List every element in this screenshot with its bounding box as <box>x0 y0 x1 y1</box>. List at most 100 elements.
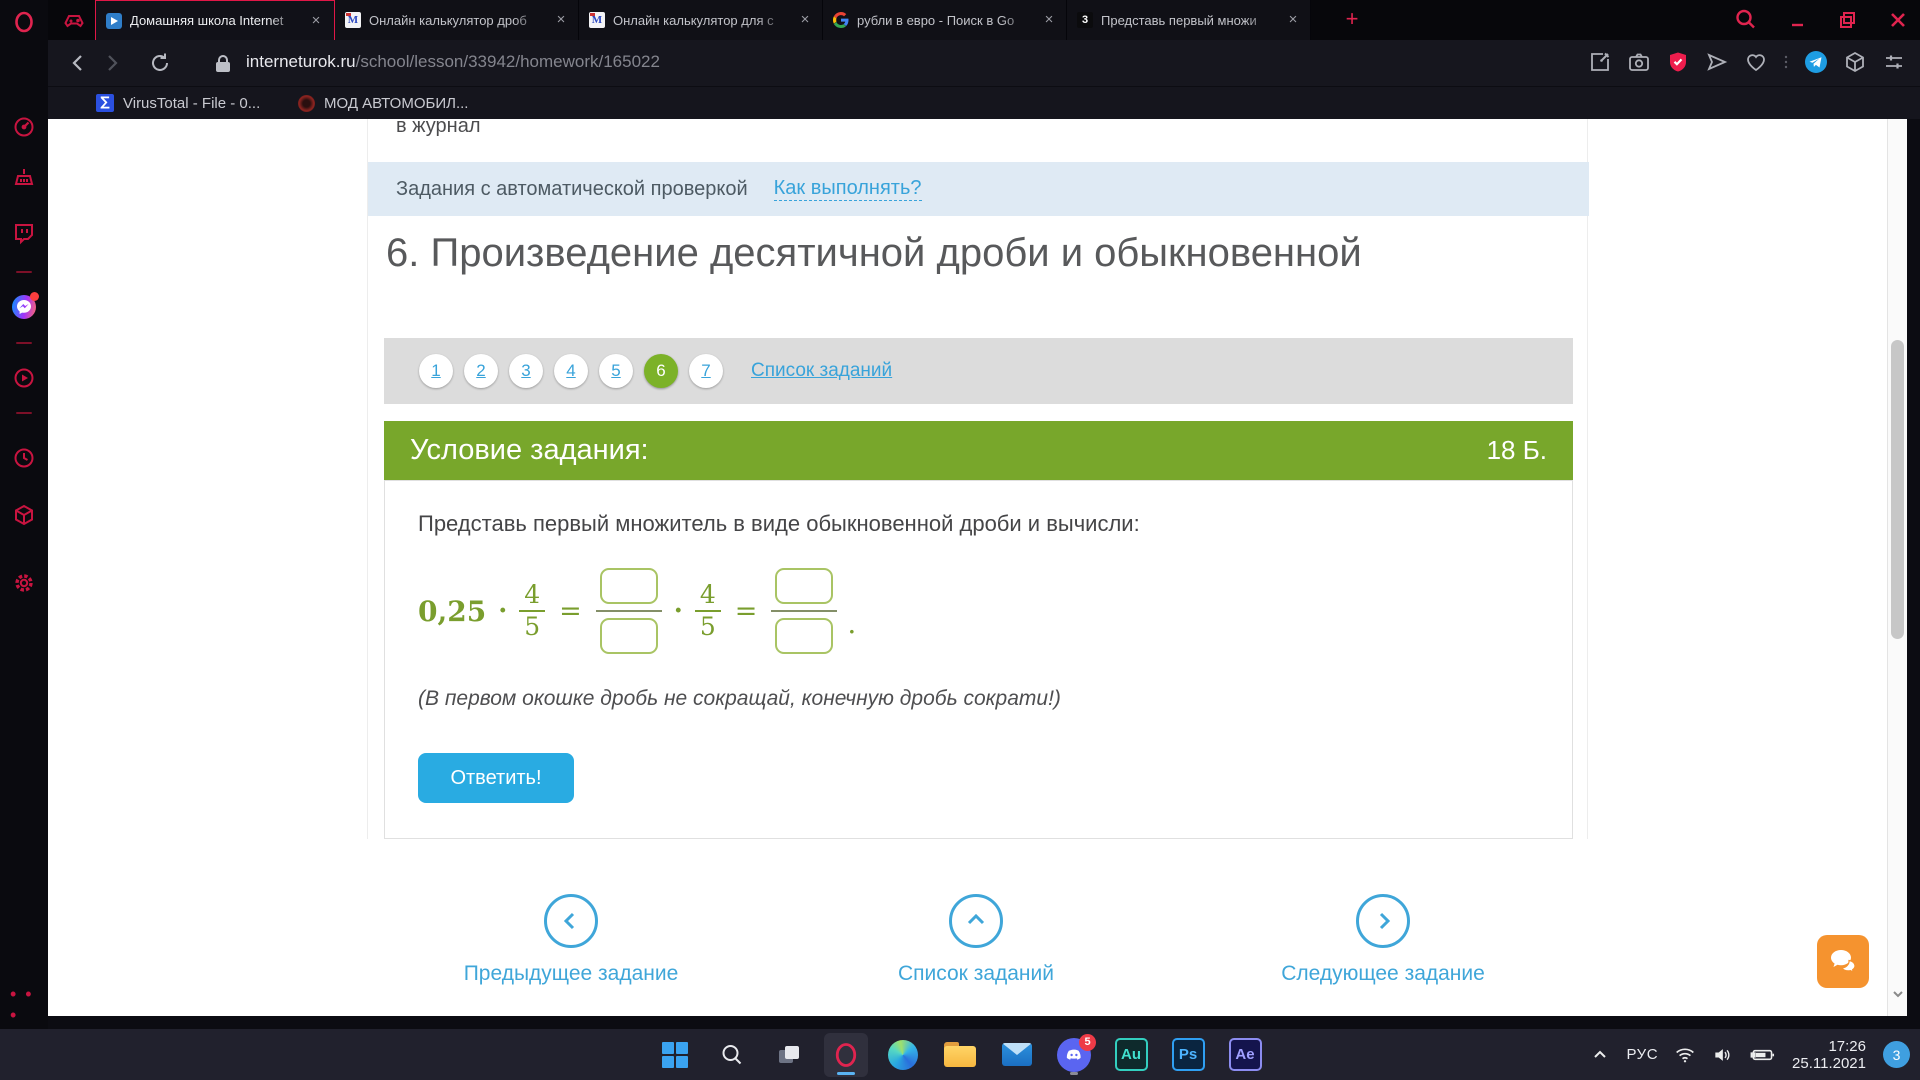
sidebar-more-icon[interactable] <box>10 984 48 1026</box>
url-path: /school/lesson/33942/homework/165022 <box>356 52 660 71</box>
task-number-1[interactable]: 1 <box>419 354 453 388</box>
gx-cleaner-icon[interactable] <box>12 166 36 190</box>
wifi-icon[interactable] <box>1675 1046 1695 1064</box>
tab-interneturok[interactable]: Домашняя школа Internet <box>95 0 335 40</box>
tab-close-icon[interactable] <box>1041 12 1057 28</box>
taskbar-aftereffects[interactable]: Ae <box>1223 1033 1267 1077</box>
task-number-6-active[interactable]: 6 <box>644 354 678 388</box>
tab-calc-2[interactable]: Онлайн калькулятор для с <box>579 0 823 40</box>
scrollbar-down-arrow[interactable] <box>1891 987 1905 1001</box>
tab-task[interactable]: 3 Представь первый множи <box>1067 0 1311 40</box>
opera-gx-logo-icon[interactable] <box>12 10 36 34</box>
scrollbar-thumb[interactable] <box>1891 340 1904 639</box>
task-number-4[interactable]: 4 <box>554 354 588 388</box>
pinboard-icon[interactable] <box>1588 50 1612 74</box>
forward-icon[interactable] <box>100 51 124 75</box>
window-bottom-edge <box>48 1016 1920 1029</box>
chevron-right-icon[interactable] <box>1356 894 1410 948</box>
taskbar-audition[interactable]: Au <box>1109 1033 1153 1077</box>
player-icon[interactable] <box>12 366 36 390</box>
taskbar-photoshop[interactable]: Ps <box>1166 1033 1210 1077</box>
start-button[interactable] <box>653 1033 697 1077</box>
battery-icon[interactable] <box>1749 1046 1775 1064</box>
search-icon <box>719 1042 745 1068</box>
settings-gear-icon[interactable] <box>12 571 36 595</box>
numerator-input-2[interactable] <box>775 568 833 604</box>
my-flow-icon[interactable] <box>1705 50 1729 74</box>
easy-setup-sliders-icon[interactable] <box>1882 50 1906 74</box>
window-right-edge <box>1907 119 1920 1016</box>
task-number-5[interactable]: 5 <box>599 354 633 388</box>
running-app-indicator <box>1070 1072 1078 1075</box>
close-window-button[interactable] <box>1884 6 1912 34</box>
snapshot-camera-icon[interactable] <box>1627 50 1651 74</box>
search-button[interactable] <box>710 1033 754 1077</box>
back-icon[interactable] <box>66 51 90 75</box>
auto-check-infobar: Задания с автоматической проверкой Как в… <box>368 162 1589 216</box>
tray-chevron-up-icon[interactable] <box>1591 1046 1609 1064</box>
next-task-button[interactable]: Следующее задание <box>1223 894 1543 986</box>
extension-telegram-icon[interactable] <box>1804 50 1828 74</box>
tab-calc-1[interactable]: Онлайн калькулятор дроб <box>335 0 579 40</box>
tab-google-search[interactable]: рубли в евро - Поиск в Go <box>823 0 1067 40</box>
task-view-icon <box>776 1042 802 1068</box>
clock-datetime[interactable]: 17:26 25.11.2021 <box>1792 1038 1866 1072</box>
taskbar-mail[interactable] <box>995 1033 1039 1077</box>
notification-count-badge[interactable]: 3 <box>1883 1041 1910 1068</box>
denominator-input-1[interactable] <box>600 618 658 654</box>
photoshop-icon: Ps <box>1172 1038 1205 1071</box>
task-view-button[interactable] <box>767 1033 811 1077</box>
answer-button[interactable]: Ответить! <box>418 753 574 803</box>
bookmark-virustotal[interactable]: VirusTotal - File - 0... <box>96 92 260 114</box>
task-card: Представь первый множитель в виде обыкно… <box>384 480 1573 839</box>
how-to-do-link[interactable]: Как выполнять? <box>774 177 922 201</box>
tab-close-icon[interactable] <box>1285 12 1301 28</box>
gx-corner-icon[interactable] <box>62 8 86 32</box>
discord-icon: 5 <box>1057 1038 1091 1072</box>
restore-button[interactable] <box>1834 6 1862 34</box>
separator-dots-icon <box>1783 50 1789 74</box>
taskbar-discord[interactable]: 5 <box>1052 1033 1096 1077</box>
support-chat-button[interactable] <box>1817 935 1869 988</box>
bookmark-label: МОД АВТОМОБИЛ... <box>324 95 468 112</box>
calculator-favicon <box>345 12 361 28</box>
twitch-icon[interactable] <box>12 221 36 245</box>
answer-fraction-1 <box>596 568 662 654</box>
tab-close-icon[interactable] <box>553 12 569 28</box>
tab-close-icon[interactable] <box>797 12 813 28</box>
taskbar-edge[interactable] <box>881 1033 925 1077</box>
task-number-7[interactable]: 7 <box>689 354 723 388</box>
chevron-up-icon[interactable] <box>949 894 1003 948</box>
volume-icon[interactable] <box>1712 1046 1732 1064</box>
language-indicator[interactable]: РУС <box>1626 1046 1658 1063</box>
task-number-2[interactable]: 2 <box>464 354 498 388</box>
nav-label: Список заданий <box>898 962 1054 986</box>
extensions-cube-icon[interactable] <box>12 503 36 527</box>
task-list-button[interactable]: Список заданий <box>816 894 1136 986</box>
browser-search-icon[interactable] <box>1732 6 1760 34</box>
history-icon[interactable] <box>12 446 36 470</box>
tab-close-icon[interactable] <box>308 13 324 29</box>
task-list-link[interactable]: Список заданий <box>751 360 892 382</box>
lock-icon[interactable] <box>215 54 231 73</box>
windows-logo-icon <box>662 1042 688 1068</box>
bookmark-mod[interactable]: МОД АВТОМОБИЛ... <box>298 92 468 114</box>
chevron-left-icon[interactable] <box>544 894 598 948</box>
taskbar-file-explorer[interactable] <box>938 1033 982 1077</box>
url-field[interactable]: interneturok.ru/school/lesson/33942/home… <box>246 52 660 72</box>
new-tab-button[interactable] <box>1339 6 1365 32</box>
minimize-button[interactable] <box>1784 6 1812 34</box>
reload-icon[interactable] <box>148 51 172 75</box>
shield-badge-icon[interactable] <box>1666 50 1690 74</box>
denominator-input-2[interactable] <box>775 618 833 654</box>
task-number-3[interactable]: 3 <box>509 354 543 388</box>
audition-icon: Au <box>1115 1038 1148 1071</box>
extensions-cube-icon[interactable] <box>1843 50 1867 74</box>
fraction-bar <box>771 610 837 612</box>
favorites-heart-icon[interactable] <box>1744 50 1768 74</box>
taskbar-opera-gx[interactable] <box>824 1033 868 1077</box>
numerator-input-1[interactable] <box>600 568 658 604</box>
speed-dial-icon[interactable] <box>12 115 36 139</box>
messenger-icon[interactable] <box>12 295 36 319</box>
previous-task-button[interactable]: Предыдущее задание <box>411 894 731 986</box>
